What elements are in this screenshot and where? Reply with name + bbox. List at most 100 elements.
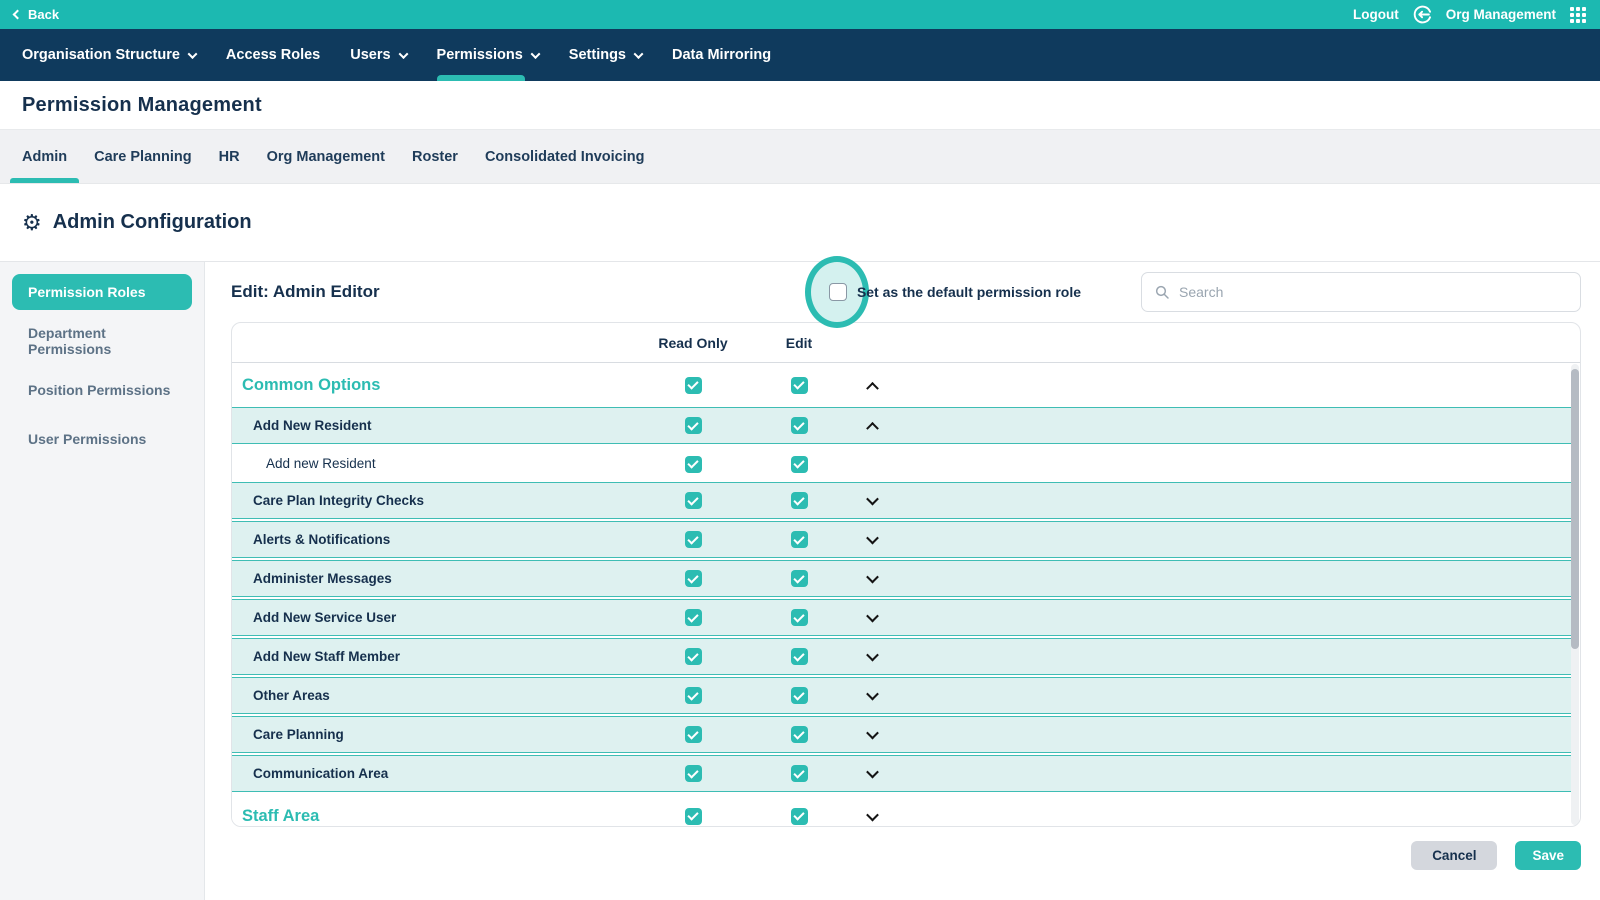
- edit-checkbox[interactable]: [791, 570, 808, 587]
- top-bar-right: Logout Org Management: [1353, 5, 1586, 24]
- expand-chevron-icon[interactable]: [866, 422, 879, 435]
- apps-grid-icon[interactable]: [1570, 7, 1586, 23]
- nav-item-label: Settings: [569, 47, 626, 63]
- expand-chevron-icon[interactable]: [866, 571, 879, 584]
- nav-item-label: Access Roles: [226, 47, 320, 63]
- chevron-down-icon: [187, 49, 197, 59]
- read-only-checkbox[interactable]: [685, 648, 702, 665]
- edit-checkbox[interactable]: [791, 726, 808, 743]
- main-panel: Edit: Admin Editor Set as the default pe…: [205, 262, 1600, 900]
- read-only-checkbox[interactable]: [685, 456, 702, 473]
- read-only-checkbox[interactable]: [685, 417, 702, 434]
- table-row: Add new Resident: [232, 446, 1571, 482]
- main-nav: Organisation Structure Access Roles User…: [0, 29, 1600, 81]
- tab[interactable]: HR: [219, 130, 240, 183]
- edit-checkbox[interactable]: [791, 687, 808, 704]
- section-header: ⚙ Admin Configuration: [0, 184, 1600, 262]
- edit-checkbox[interactable]: [791, 531, 808, 548]
- edit-checkbox[interactable]: [791, 377, 808, 394]
- read-only-checkbox[interactable]: [685, 570, 702, 587]
- table-row: Other Areas: [232, 677, 1571, 714]
- nav-item[interactable]: Data Mirroring: [672, 29, 771, 81]
- tab-label: Roster: [412, 149, 458, 165]
- tab[interactable]: Admin: [22, 130, 67, 183]
- permission-label: Staff Area: [232, 807, 319, 825]
- column-header-edit: Edit: [746, 335, 852, 351]
- read-only-checkbox[interactable]: [685, 531, 702, 548]
- table-row: Communication Area: [232, 755, 1571, 792]
- table-row: Care Planning: [232, 716, 1571, 753]
- tab[interactable]: Org Management: [267, 130, 385, 183]
- expand-chevron-icon[interactable]: [866, 766, 879, 779]
- table-row: Administer Messages: [232, 560, 1571, 597]
- read-only-checkbox[interactable]: [685, 492, 702, 509]
- permission-label: Communication Area: [232, 766, 388, 781]
- sidebar-item-label: Department Permissions: [28, 325, 176, 357]
- read-only-checkbox[interactable]: [685, 726, 702, 743]
- read-only-checkbox[interactable]: [685, 687, 702, 704]
- sidebar-item[interactable]: Department Permissions: [12, 323, 192, 359]
- read-only-checkbox[interactable]: [685, 609, 702, 626]
- default-role-label: Set as the default permission role: [857, 284, 1081, 300]
- nav-item-label: Permissions: [437, 47, 523, 63]
- sidebar-item[interactable]: Permission Roles: [12, 274, 192, 310]
- read-only-checkbox[interactable]: [685, 377, 702, 394]
- edit-checkbox[interactable]: [791, 456, 808, 473]
- editor-title: Edit: Admin Editor: [231, 282, 380, 302]
- expand-chevron-icon[interactable]: [866, 727, 879, 740]
- default-role-checkbox[interactable]: [829, 283, 847, 301]
- nav-item-label: Users: [350, 47, 390, 63]
- nav-item[interactable]: Permissions: [437, 29, 539, 81]
- edit-checkbox[interactable]: [791, 609, 808, 626]
- expand-chevron-icon[interactable]: [866, 808, 879, 821]
- expand-chevron-icon[interactable]: [866, 493, 879, 506]
- search-box: [1141, 272, 1581, 312]
- expand-chevron-icon[interactable]: [866, 532, 879, 545]
- sidebar-item-label: Permission Roles: [28, 284, 146, 300]
- table-body: Common Options Add New Resident Add new …: [232, 363, 1571, 827]
- sidebar-item[interactable]: Position Permissions: [12, 372, 192, 408]
- top-bar: Back Logout Org Management: [0, 0, 1600, 29]
- nav-item-label: Organisation Structure: [22, 47, 180, 63]
- logout-button[interactable]: Logout: [1353, 7, 1399, 22]
- nav-item[interactable]: Settings: [569, 29, 642, 81]
- cancel-button[interactable]: Cancel: [1411, 841, 1497, 870]
- nav-item[interactable]: Organisation Structure: [22, 29, 196, 81]
- app-switcher-label: Org Management: [1446, 7, 1556, 22]
- expand-chevron-icon[interactable]: [866, 610, 879, 623]
- save-button[interactable]: Save: [1515, 841, 1581, 870]
- sidebar-item[interactable]: User Permissions: [12, 421, 192, 457]
- edit-checkbox[interactable]: [791, 808, 808, 825]
- expand-chevron-icon[interactable]: [866, 688, 879, 701]
- scrollbar-thumb[interactable]: [1571, 369, 1579, 649]
- permission-label: Add New Resident: [232, 418, 372, 433]
- table-row: Common Options: [232, 363, 1571, 407]
- table-row: Add New Service User: [232, 599, 1571, 636]
- permission-label: Alerts & Notifications: [232, 532, 390, 547]
- scrollbar-track[interactable]: [1571, 364, 1579, 825]
- expand-chevron-icon[interactable]: [866, 381, 879, 394]
- sidebar-item-label: User Permissions: [28, 431, 146, 447]
- edit-checkbox[interactable]: [791, 765, 808, 782]
- content-area: Permission Roles Department Permissions …: [0, 262, 1600, 900]
- edit-checkbox[interactable]: [791, 417, 808, 434]
- expand-chevron-icon[interactable]: [866, 649, 879, 662]
- chevron-down-icon: [634, 49, 644, 59]
- default-role-group: Set as the default permission role: [829, 283, 1081, 301]
- footer-actions: Cancel Save: [231, 841, 1581, 870]
- logout-icon[interactable]: [1413, 5, 1432, 24]
- search-input[interactable]: [1179, 284, 1568, 300]
- tab-label: Consolidated Invoicing: [485, 149, 645, 165]
- permission-label: Care Planning: [232, 727, 344, 742]
- edit-checkbox[interactable]: [791, 492, 808, 509]
- nav-item[interactable]: Users: [350, 29, 406, 81]
- tab[interactable]: Roster: [412, 130, 458, 183]
- tab[interactable]: Consolidated Invoicing: [485, 130, 645, 183]
- read-only-checkbox[interactable]: [685, 808, 702, 825]
- nav-item[interactable]: Access Roles: [226, 29, 320, 81]
- tab[interactable]: Care Planning: [94, 130, 192, 183]
- back-button[interactable]: Back: [14, 7, 59, 22]
- permissions-table: Read Only Edit Common Options Add New Re…: [231, 322, 1581, 827]
- read-only-checkbox[interactable]: [685, 765, 702, 782]
- edit-checkbox[interactable]: [791, 648, 808, 665]
